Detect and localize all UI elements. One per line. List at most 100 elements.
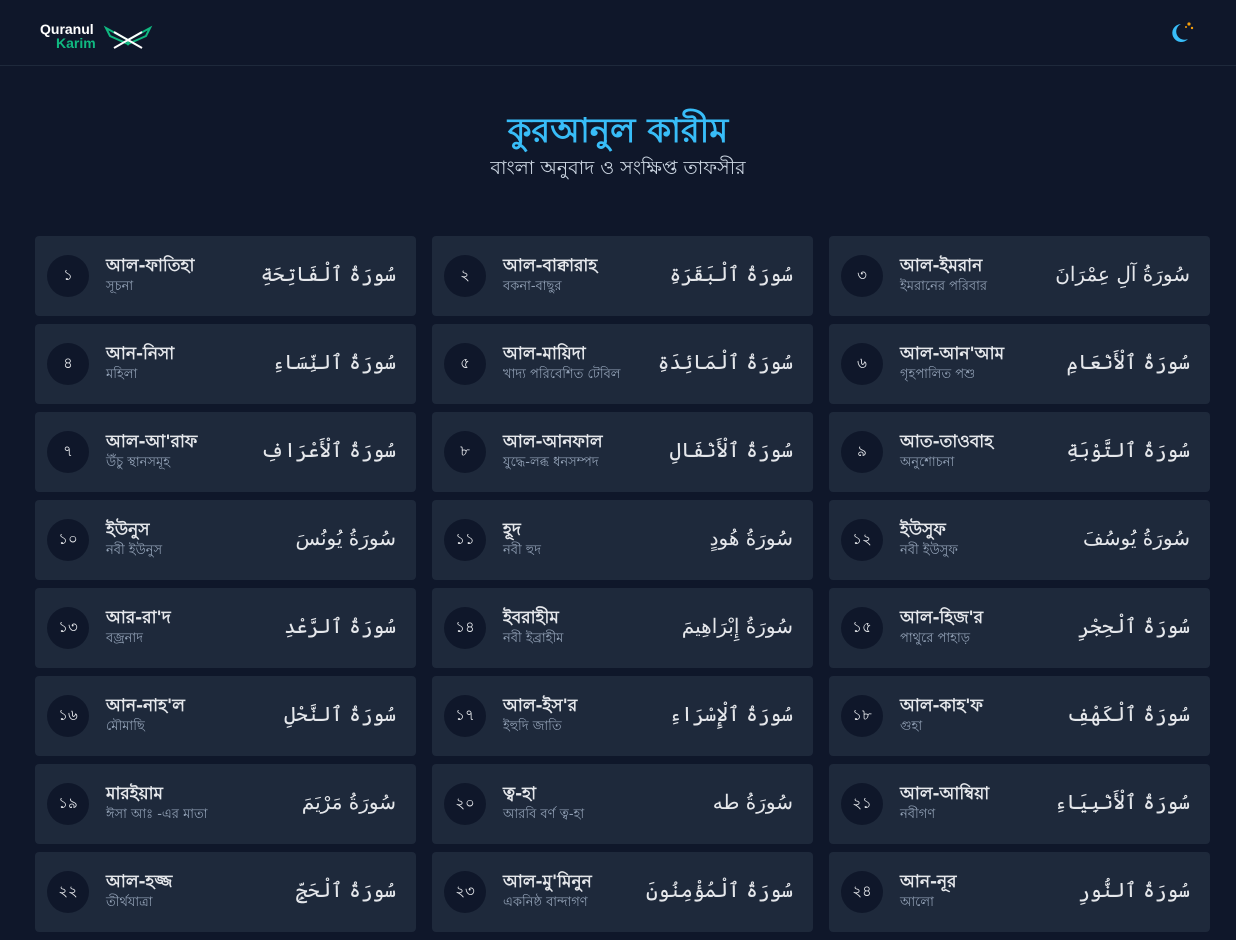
surah-name: আল-হজ্জ: [106, 872, 173, 892]
surah-names: ইবরাহীম নবী ইব্রাহীম: [503, 606, 693, 648]
surah-number-badge: ১৭: [444, 695, 486, 737]
surah-meaning: মৌমাছি: [106, 719, 145, 734]
surah-name: ইউনুস: [106, 520, 150, 540]
surah-arabic-name: سُورَةُ ٱلنَّحْلِ: [284, 702, 396, 726]
surah-card[interactable]: ১৭ আল-ইস'র ইহুদি জাতি سُورَةُ ٱلْإِسْرَاءِ: [432, 676, 813, 756]
surah-names: আন-নূর আলো: [900, 870, 1090, 912]
surah-card[interactable]: ২০ ত্ব-হা আরবি বর্ণ ত্ব-হা سُورَةُ طه: [432, 764, 813, 844]
surah-name: আল-হিজ'র: [900, 608, 984, 628]
surah-names: আত-তাওবাহ অনুশোচনা: [900, 430, 1090, 472]
surah-names: আল-ইস'র ইহুদি জাতি: [503, 694, 693, 736]
surah-card[interactable]: ২ আল-বাক্বারাহ বকনা-বাছুর سُورَةُ ٱلْبَقَرَ…: [432, 236, 813, 316]
surah-card[interactable]: ২৩ আল-মু'মিনুন একনিষ্ঠ বান্দাগণ سُورَةُ ٱلْ…: [432, 852, 813, 932]
surah-number-badge: ৪: [47, 343, 89, 385]
surah-card[interactable]: ১ আল-ফাতিহা সূচনা سُورَةُ ٱلْفَاتِحَةِ: [35, 236, 416, 316]
surah-names: হূদ নবী হুদ: [503, 518, 693, 560]
surah-number-badge: ১৫: [841, 607, 883, 649]
surah-name: আন-নিসা: [106, 344, 175, 364]
surah-name: আর-রা'দ: [106, 608, 171, 628]
surah-arabic-name: سُورَةُ يُونُسَ: [295, 526, 396, 550]
surah-number-badge: ২৪: [841, 871, 883, 913]
surah-names: আল-আন'আম গৃহপালিত পশু: [900, 342, 1090, 384]
surah-arabic-name: سُورَةُ ٱلْبَقَرَةِ: [669, 262, 793, 286]
logo-wordmark: Quranul Karim: [40, 22, 96, 50]
surah-arabic-name: سُورَةُ ٱلْإِسْرَاءِ: [669, 702, 793, 726]
site-logo[interactable]: Quranul Karim: [40, 18, 156, 54]
surah-names: আন-নিসা মহিলা: [106, 342, 296, 384]
surah-meaning: অনুশোচনা: [900, 455, 955, 470]
moon-icon: [1170, 18, 1196, 48]
surah-meaning: বজ্রনাদ: [106, 631, 144, 646]
surah-names: আন-নাহ'ল মৌমাছি: [106, 694, 296, 736]
surah-names: আল-আনফাল যুদ্ধে-লব্ধ ধনসম্পদ: [503, 430, 693, 472]
surah-card[interactable]: ১০ ইউনুস নবী ইউনুস سُورَةُ يُونُسَ: [35, 500, 416, 580]
surah-card[interactable]: ৯ আত-তাওবাহ অনুশোচনা سُورَةُ ٱلتَّوْبَةِ: [829, 412, 1210, 492]
surah-number-badge: ৯: [841, 431, 883, 473]
surah-card[interactable]: ৬ আল-আন'আম গৃহপালিত পশু سُورَةُ ٱلْأَنْعَام…: [829, 324, 1210, 404]
hero-section: কুরআনুল কারীম বাংলা অনুবাদ ও সংক্ষিপ্ত ত…: [0, 108, 1236, 182]
surah-card[interactable]: ১৫ আল-হিজ'র পাথুরে পাহাড় سُورَةُ ٱلْحِجْرِ: [829, 588, 1210, 668]
surah-arabic-name: سُورَةُ ٱلْأَنْبِيَاءِ: [1054, 790, 1190, 814]
surah-card[interactable]: ১৩ আর-রা'দ বজ্রনাদ سُورَةُ ٱلرَّعْدِ: [35, 588, 416, 668]
surah-meaning: আরবি বর্ণ ত্ব-হা: [503, 807, 585, 822]
surah-name: আল-আন'আম: [900, 344, 1005, 364]
surah-meaning: নবী ইব্রাহীম: [503, 631, 564, 646]
page-subtitle: বাংলা অনুবাদ ও সংক্ষিপ্ত তাফসীর: [490, 157, 746, 179]
surah-card[interactable]: ৪ আন-নিসা মহিলা سُورَةُ ٱلنِّسَاءِ: [35, 324, 416, 404]
surah-arabic-name: سُورَةُ ٱلنُّورِ: [1078, 878, 1190, 902]
surah-arabic-name: سُورَةُ ٱلْأَنْفَالِ: [669, 438, 793, 462]
surah-card[interactable]: ১১ হূদ নবী হুদ سُورَةُ هُودٍ: [432, 500, 813, 580]
logo-line-1: Quranul: [40, 21, 94, 37]
surah-number-badge: ২০: [444, 783, 486, 825]
surah-number-badge: ৩: [841, 255, 883, 297]
surah-meaning: পাথুরে পাহাড়: [900, 631, 970, 646]
surah-number-badge: ১৮: [841, 695, 883, 737]
surah-number-badge: ১: [47, 255, 89, 297]
surah-names: আল-কাহ'ফ গুহা: [900, 694, 1090, 736]
surah-card[interactable]: ২১ আল-আম্বিয়া নবীগণ سُورَةُ ٱلْأَنْبِيَاءِ: [829, 764, 1210, 844]
surah-arabic-name: سُورَةُ يُوسُفَ: [1083, 526, 1190, 550]
surah-names: ইউসুফ নবী ইউসুফ: [900, 518, 1090, 560]
surah-card[interactable]: ১৮ আল-কাহ'ফ গুহা سُورَةُ ٱلْكَهْفِ: [829, 676, 1210, 756]
surah-card[interactable]: ১৯ মারইয়াম ঈসা আঃ -এর মাতা سُورَةُ مَرْيَم…: [35, 764, 416, 844]
surah-card[interactable]: ৫ আল-মায়িদা খাদ্য পরিবেশিত টেবিল سُورَةُ ٱ…: [432, 324, 813, 404]
surah-name: আল-বাক্বারাহ: [503, 256, 598, 276]
surah-card[interactable]: ২২ আল-হজ্জ তীর্থযাত্রা سُورَةُ ٱلْحَجِّ: [35, 852, 416, 932]
surah-card[interactable]: ৩ আল-ইমরান ইমরানের পরিবার سُورَةُ آلِ عِمْر…: [829, 236, 1210, 316]
surah-names: ইউনুস নবী ইউনুস: [106, 518, 296, 560]
surah-meaning: গৃহপালিত পশু: [900, 367, 976, 382]
surah-meaning: যুদ্ধে-লব্ধ ধনসম্পদ: [503, 455, 599, 470]
surah-name: আল-ইস'র: [503, 696, 578, 716]
surah-grid: ১ আল-ফাতিহা সূচনা سُورَةُ ٱلْفَاتِحَةِ ২ আল-ব…: [35, 236, 1210, 932]
surah-arabic-name: سُورَةُ ٱلْحَجِّ: [295, 878, 396, 902]
surah-name: আল-আনফাল: [503, 432, 603, 452]
surah-names: মারইয়াম ঈসা আঃ -এর মাতা: [106, 782, 296, 824]
surah-arabic-name: سُورَةُ ٱلْكَهْفِ: [1066, 702, 1190, 726]
surah-number-badge: ১২: [841, 519, 883, 561]
surah-arabic-name: سُورَةُ ٱلتَّوْبَةِ: [1066, 438, 1190, 462]
surah-name: আল-কাহ'ফ: [900, 696, 983, 716]
surah-card[interactable]: ৮ আল-আনফাল যুদ্ধে-লব্ধ ধনসম্পদ سُورَةُ ٱلْأ…: [432, 412, 813, 492]
surah-card[interactable]: ২৪ আন-নূর আলো سُورَةُ ٱلنُّورِ: [829, 852, 1210, 932]
surah-names: আর-রা'দ বজ্রনাদ: [106, 606, 296, 648]
surah-card[interactable]: ১৬ আন-নাহ'ল মৌমাছি سُورَةُ ٱلنَّحْلِ: [35, 676, 416, 756]
surah-arabic-name: سُورَةُ طه: [712, 790, 793, 814]
surah-meaning: তীর্থযাত্রা: [106, 895, 153, 910]
surah-meaning: বকনা-বাছুর: [503, 279, 562, 294]
surah-name: মারইয়াম: [106, 784, 163, 804]
surah-names: আল-বাক্বারাহ বকনা-বাছুর: [503, 254, 693, 296]
surah-arabic-name: سُورَةُ ٱلْأَعْرَافِ: [260, 438, 396, 462]
theme-toggle-button[interactable]: [1168, 18, 1198, 48]
surah-number-badge: ৮: [444, 431, 486, 473]
surah-number-badge: ১১: [444, 519, 486, 561]
surah-number-badge: ৬: [841, 343, 883, 385]
surah-card[interactable]: ১২ ইউসুফ নবী ইউসুফ سُورَةُ يُوسُفَ: [829, 500, 1210, 580]
surah-card[interactable]: ১৪ ইবরাহীম নবী ইব্রাহীম سُورَةُ إِبْرَاهِيم…: [432, 588, 813, 668]
surah-name: ইউসুফ: [900, 520, 946, 540]
surah-arabic-name: سُورَةُ ٱلْأَنْعَامِ: [1066, 350, 1190, 374]
surah-name: ইবরাহীম: [503, 608, 559, 628]
surah-names: ত্ব-হা আরবি বর্ণ ত্ব-হা: [503, 782, 693, 824]
surah-number-badge: ১৬: [47, 695, 89, 737]
surah-arabic-name: سُورَةُ ٱلْفَاتِحَةِ: [260, 262, 396, 286]
surah-card[interactable]: ৭ আল-আ'রাফ উঁচু স্থানসমূহ سُورَةُ ٱلْأَعْرَ…: [35, 412, 416, 492]
